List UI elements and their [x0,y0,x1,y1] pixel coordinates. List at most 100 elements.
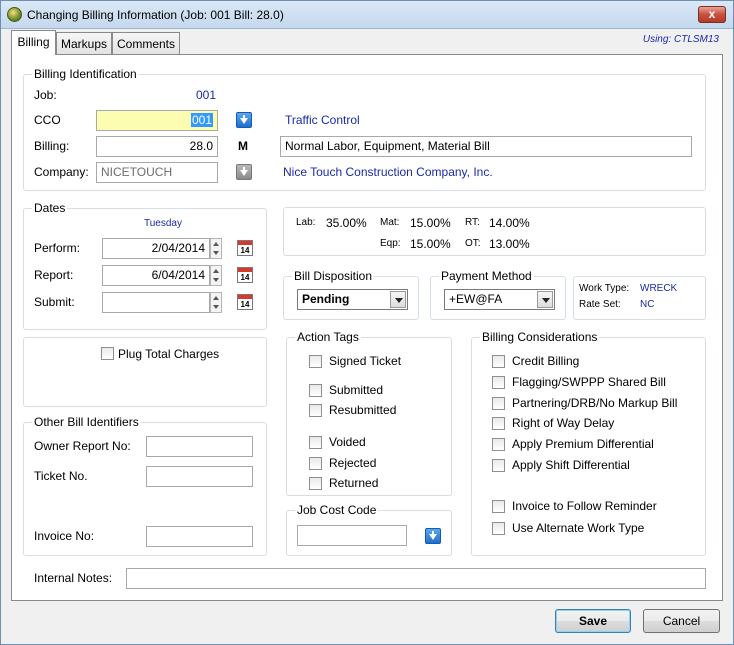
company-input[interactable]: NICETOUCH [96,162,218,183]
voided-label: Voided [329,435,366,449]
bill-disposition-group: Bill Disposition Pending [283,269,419,320]
job-cost-code-lookup-icon[interactable] [425,528,441,544]
flagging-label: Flagging/SWPPP Shared Bill [512,375,666,389]
plug-total-charges-label: Plug Total Charges [118,347,220,361]
client-area: Billing Markups Comments Using: CTLSM13 … [9,30,725,601]
tab-comments[interactable]: Comments [112,32,180,54]
billing-identification-group: Billing Identification Job: 001 CCO 001 … [23,67,706,191]
report-label: Report: [34,268,74,282]
close-icon: x [708,7,716,21]
ticket-label: Ticket No. [34,469,88,483]
billing-description-field[interactable]: Normal Labor, Equipment, Material Bill [280,136,692,157]
shift-differential-checkbox[interactable] [492,459,505,472]
report-date-input[interactable]: 6/04/2014 [102,265,210,286]
premium-differential-checkbox[interactable] [492,438,505,451]
invoice-follow-checkbox[interactable] [492,500,505,513]
rate-set-value: NC [640,299,655,310]
close-button[interactable]: x [698,6,726,23]
credit-billing-label: Credit Billing [512,354,580,368]
dates-group: Dates Tuesday Perform: 2/04/2014 14 Repo… [23,201,267,330]
other-bill-identifiers-label: Other Bill Identifiers [32,415,141,429]
signed-ticket-checkbox[interactable] [309,355,322,368]
owner-report-input[interactable] [146,436,253,457]
company-label: Company: [34,165,89,179]
company-lookup-icon[interactable] [236,164,252,180]
cco-lookup-icon[interactable] [236,112,252,128]
cco-description: Traffic Control [285,113,360,127]
bill-disposition-select[interactable]: Pending [297,289,408,310]
right-of-way-label: Right of Way Delay [512,416,615,430]
submitted-checkbox[interactable] [309,384,322,397]
owner-report-label: Owner Report No: [34,439,131,453]
rejected-label: Rejected [329,456,377,470]
resubmitted-checkbox[interactable] [309,404,322,417]
tab-billing[interactable]: Billing [11,30,56,55]
billing-tab-panel: Billing Identification Job: 001 CCO 001 … [11,54,723,601]
premium-differential-label: Apply Premium Differential [512,437,654,451]
alternate-work-type-checkbox[interactable] [492,522,505,535]
partnering-checkbox[interactable] [492,397,505,410]
bill-disposition-label: Bill Disposition [292,269,375,283]
job-value: 001 [196,88,217,102]
ticket-input[interactable] [146,466,253,487]
right-of-way-checkbox[interactable] [492,417,505,430]
rejected-checkbox[interactable] [309,457,322,470]
internal-notes-label: Internal Notes: [34,571,113,585]
rt-value: 14.00% [489,216,530,230]
voided-checkbox[interactable] [309,436,322,449]
invoice-input[interactable] [146,526,253,547]
mat-label: Mat: [380,217,400,228]
report-calendar-icon[interactable]: 14 [237,267,253,283]
submit-label: Submit: [34,295,75,309]
perform-date-input[interactable]: 2/04/2014 [102,238,210,259]
alternate-work-type-label: Use Alternate Work Type [512,521,645,535]
billing-window: Changing Billing Information (Job: 001 B… [0,0,734,645]
payment-method-value: +EW@FA [449,292,503,306]
perform-label: Perform: [34,241,81,255]
job-cost-code-group: Job Cost Code [286,503,452,556]
payment-method-label: Payment Method [439,269,534,283]
work-info-group: Work Type: WRECK Rate Set: NC [573,276,706,320]
internal-notes-input[interactable] [126,568,706,589]
credit-billing-checkbox[interactable] [492,355,505,368]
mat-value: 15.00% [410,216,451,230]
perform-calendar-icon[interactable]: 14 [237,240,253,256]
flagging-checkbox[interactable] [492,376,505,389]
job-cost-code-label: Job Cost Code [295,503,379,517]
payment-method-select[interactable]: +EW@FA [444,289,555,310]
cco-value: 001 [190,113,213,127]
chevron-down-icon[interactable] [390,291,406,308]
lab-value: 35.00% [326,216,367,230]
cancel-button[interactable]: Cancel [643,609,720,633]
billing-input[interactable]: 28.0 [96,136,218,157]
job-cost-code-input[interactable] [297,525,407,546]
work-type-label: Work Type: [579,283,630,294]
title-bar[interactable]: Changing Billing Information (Job: 001 B… [1,1,733,29]
chevron-down-icon[interactable] [537,291,553,308]
save-button[interactable]: Save [555,609,631,633]
billing-considerations-group: Billing Considerations Credit Billing Fl… [471,330,706,556]
invoice-label: Invoice No: [34,529,95,543]
billing-considerations-label: Billing Considerations [480,330,600,344]
plug-total-charges-checkbox[interactable] [101,347,114,360]
using-indicator: Using: CTLSM13 [642,34,719,45]
lab-label: Lab: [296,217,316,228]
submit-date-input[interactable] [102,292,210,313]
report-date-spinner[interactable] [210,265,222,286]
company-description: Nice Touch Construction Company, Inc. [283,165,493,179]
action-tags-label: Action Tags [295,330,361,344]
resubmitted-label: Resubmitted [329,403,397,417]
perform-date-spinner[interactable] [210,238,222,259]
submitted-label: Submitted [329,383,384,397]
submit-date-spinner[interactable] [210,292,222,313]
cco-input[interactable]: 001 [96,110,218,131]
dates-label: Dates [32,201,68,215]
billing-label: Billing: [34,139,70,153]
tab-markups[interactable]: Markups [56,32,112,54]
ot-label: OT: [465,238,481,249]
job-label: Job: [34,88,57,102]
bill-disposition-value: Pending [302,292,350,306]
rate-set-label: Rate Set: [579,299,621,310]
returned-checkbox[interactable] [309,477,322,490]
submit-calendar-icon[interactable]: 14 [237,294,253,310]
